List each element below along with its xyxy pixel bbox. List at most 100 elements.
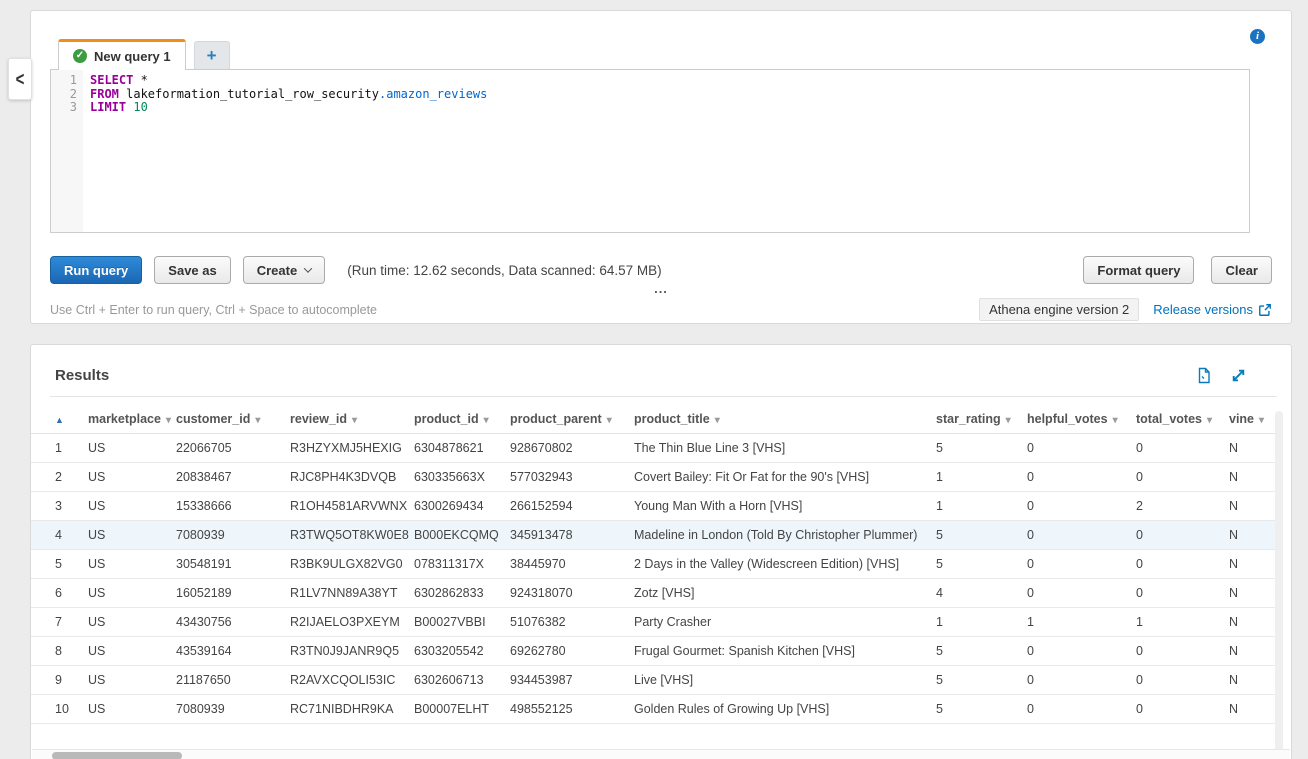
column-header-product_title[interactable]: product_title▾ xyxy=(634,405,936,434)
cell-product_parent: 69262780 xyxy=(510,637,634,666)
cell-helpful_votes: 0 xyxy=(1027,695,1136,724)
panel-resize-handle[interactable]: ... xyxy=(654,281,668,296)
new-tab-button[interactable]: + xyxy=(194,41,230,70)
code-line: SELECT * xyxy=(90,74,487,88)
sql-editor[interactable]: 123 SELECT *FROM lakeformation_tutorial_… xyxy=(50,69,1250,233)
cell-helpful_votes: 0 xyxy=(1027,579,1136,608)
sort-column-header[interactable]: ▲ xyxy=(31,405,88,434)
download-results-icon[interactable] xyxy=(1196,367,1212,384)
tab-new-query-1[interactable]: ✓ New query 1 xyxy=(58,39,186,70)
divider xyxy=(50,396,1277,397)
table-row[interactable]: 7US43430756R2IJAELO3PXEYMB00027VBBI51076… xyxy=(31,608,1279,637)
cell-marketplace: US xyxy=(88,666,176,695)
cell-star_rating: 5 xyxy=(936,637,1027,666)
cell-helpful_votes: 0 xyxy=(1027,463,1136,492)
table-row[interactable]: 8US43539164R3TN0J9JANR9Q5630320554269262… xyxy=(31,637,1279,666)
column-header-product_parent[interactable]: product_parent▾ xyxy=(510,405,634,434)
cell-total_votes: 0 xyxy=(1136,666,1229,695)
cell-helpful_votes: 1 xyxy=(1027,608,1136,637)
format-query-button[interactable]: Format query xyxy=(1083,256,1194,284)
column-label: customer_id xyxy=(176,412,250,426)
cell-customer_id: 22066705 xyxy=(176,434,290,463)
cell-vine: N xyxy=(1229,695,1279,724)
chevron-down-icon xyxy=(304,264,312,272)
cell-vine: N xyxy=(1229,608,1279,637)
table-row[interactable]: 1US22066705R3HZYXMJ5HEXIG630487862192867… xyxy=(31,434,1279,463)
create-label: Create xyxy=(257,263,297,278)
cell-customer_id: 15338666 xyxy=(176,492,290,521)
sql-code: SELECT *FROM lakeformation_tutorial_row_… xyxy=(83,70,487,232)
column-filter-caret-icon: ▾ xyxy=(1207,415,1212,426)
cell-product_title: 2 Days in the Valley (Widescreen Edition… xyxy=(634,550,936,579)
cell-product_id: 6304878621 xyxy=(414,434,510,463)
column-header-total_votes[interactable]: total_votes▾ xyxy=(1136,405,1229,434)
cell-total_votes: 0 xyxy=(1136,463,1229,492)
cell-customer_id: 43430756 xyxy=(176,608,290,637)
table-row[interactable]: 4US7080939R3TWQ5OT8KW0E8B000EKCQMQ345913… xyxy=(31,521,1279,550)
vertical-scrollbar[interactable] xyxy=(1275,411,1283,759)
column-header-product_id[interactable]: product_id▾ xyxy=(414,405,510,434)
cell-product_title: Frugal Gourmet: Spanish Kitchen [VHS] xyxy=(634,637,936,666)
table-row[interactable]: 9US21187650R2AVXCQOLI53IC630260671393445… xyxy=(31,666,1279,695)
column-header-review_id[interactable]: review_id▾ xyxy=(290,405,414,434)
column-filter-caret-icon: ▾ xyxy=(1006,415,1011,426)
cell-review_id: R3HZYXMJ5HEXIG xyxy=(290,434,414,463)
release-versions-link[interactable]: Release versions xyxy=(1153,302,1272,317)
expand-results-icon[interactable] xyxy=(1230,367,1247,384)
column-label: vine xyxy=(1229,412,1254,426)
run-query-button[interactable]: Run query xyxy=(50,256,142,284)
cell-review_id: R1OH4581ARVWNX xyxy=(290,492,414,521)
cell-customer_id: 20838467 xyxy=(176,463,290,492)
query-toolbar: Run query Save as Create (Run time: 12.6… xyxy=(50,256,1272,284)
column-header-customer_id[interactable]: customer_id ▾ xyxy=(176,405,290,434)
cell-product_title: Golden Rules of Growing Up [VHS] xyxy=(634,695,936,724)
cell-vine: N xyxy=(1229,579,1279,608)
cell-review_id: R1LV7NN89A38YT xyxy=(290,579,414,608)
cell-marketplace: US xyxy=(88,434,176,463)
table-row[interactable]: 6US16052189R1LV7NN89A38YT630286283392431… xyxy=(31,579,1279,608)
column-filter-caret-icon: ▾ xyxy=(1259,415,1264,426)
sort-ascending-icon: ▲ xyxy=(55,415,64,425)
table-row[interactable]: 5US30548191R3BK9ULGX82VG0078311317X38445… xyxy=(31,550,1279,579)
column-header-helpful_votes[interactable]: helpful_votes▾ xyxy=(1027,405,1136,434)
row-number-cell: 1 xyxy=(31,434,88,463)
cell-review_id: R3TN0J9JANR9Q5 xyxy=(290,637,414,666)
engine-version-badge[interactable]: Athena engine version 2 xyxy=(979,298,1139,321)
cell-customer_id: 21187650 xyxy=(176,666,290,695)
column-filter-caret-icon: ▾ xyxy=(255,415,260,426)
table-row[interactable]: 2US20838467RJC8PH4K3DVQB630335663X577032… xyxy=(31,463,1279,492)
cell-product_id: 6302606713 xyxy=(414,666,510,695)
column-header-star_rating[interactable]: star_rating▾ xyxy=(936,405,1027,434)
results-panel: Results ▲marketplace▾customer_id▾review_… xyxy=(30,344,1292,759)
cell-product_parent: 934453987 xyxy=(510,666,634,695)
cell-review_id: R3TWQ5OT8KW0E8 xyxy=(290,521,414,550)
row-number-cell: 4 xyxy=(31,521,88,550)
cell-product_parent: 928670802 xyxy=(510,434,634,463)
cell-star_rating: 5 xyxy=(936,695,1027,724)
cell-helpful_votes: 0 xyxy=(1027,434,1136,463)
cell-marketplace: US xyxy=(88,492,176,521)
save-as-button[interactable]: Save as xyxy=(154,256,230,284)
create-dropdown-button[interactable]: Create xyxy=(243,256,325,284)
cell-marketplace: US xyxy=(88,550,176,579)
cell-total_votes: 1 xyxy=(1136,608,1229,637)
cell-vine: N xyxy=(1229,492,1279,521)
horizontal-scrollbar-thumb[interactable] xyxy=(52,752,182,759)
table-row[interactable]: 10US7080939RC71NIBDHR9KAB00007ELHT498552… xyxy=(31,695,1279,724)
column-label: marketplace xyxy=(88,412,161,426)
cell-total_votes: 0 xyxy=(1136,637,1229,666)
cell-product_id: 6302862833 xyxy=(414,579,510,608)
horizontal-scrollbar[interactable] xyxy=(32,749,1290,759)
row-number-cell: 9 xyxy=(31,666,88,695)
info-icon[interactable]: i xyxy=(1250,29,1265,44)
clear-button[interactable]: Clear xyxy=(1211,256,1272,284)
results-table: ▲marketplace▾customer_id▾review_id▾produ… xyxy=(31,405,1279,724)
check-circle-icon: ✓ xyxy=(73,49,87,63)
collapse-sidebar-button[interactable]: < xyxy=(8,58,32,100)
cell-vine: N xyxy=(1229,637,1279,666)
table-row[interactable]: 3US15338666R1OH4581ARVWNX630026943426615… xyxy=(31,492,1279,521)
cell-star_rating: 5 xyxy=(936,550,1027,579)
cell-helpful_votes: 0 xyxy=(1027,492,1136,521)
column-header-vine[interactable]: vine ▾ xyxy=(1229,405,1279,434)
column-header-marketplace[interactable]: marketplace▾ xyxy=(88,405,176,434)
